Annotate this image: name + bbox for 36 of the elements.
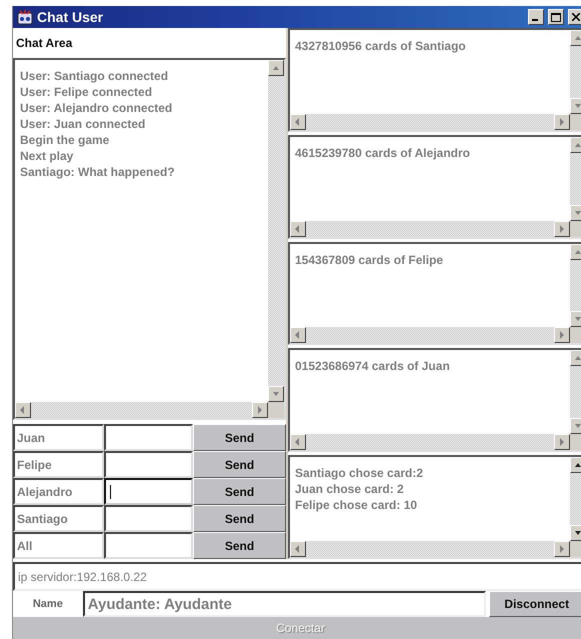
cards-text: 4615239780 cards of Alejandro — [295, 144, 471, 161]
chat-area-label: Chat Area — [15, 35, 74, 52]
send-button[interactable]: Send — [193, 424, 286, 451]
send-button[interactable]: Send — [193, 478, 286, 505]
chat-message: User: Alejandro connected — [20, 100, 174, 116]
recipient-field: Alejandro — [13, 478, 104, 505]
chat-message: Begin the game — [20, 132, 110, 148]
cards-text: 154367809 cards of Felipe — [295, 252, 444, 268]
recipient-field: Santiago — [13, 505, 104, 532]
log-line: Santiago chose card:2 — [295, 465, 424, 482]
server-ip-field[interactable]: ip servidor:192.168.0.22 — [13, 562, 581, 591]
chat-message: User: Santiago connected — [20, 68, 170, 84]
chat-message: Next play — [20, 148, 74, 164]
send-button[interactable]: Send — [193, 505, 286, 532]
recipient-field: All — [13, 532, 104, 559]
text-area[interactable]: 4615239780 cards of Alejandro — [288, 134, 581, 239]
text-area[interactable]: Santiago chose card:2 Juan chose card: 2 Felipe chose card: 10 — [288, 455, 581, 559]
name-input[interactable]: Ayudante: Ayudante — [82, 591, 486, 617]
name-label: Name — [32, 598, 64, 610]
cards-text: 4327810956 cards of Santiago — [295, 38, 467, 54]
chat-message: User: Juan connected — [20, 116, 146, 132]
send-button[interactable]: Send — [193, 532, 286, 559]
recipient-field: Felipe — [13, 451, 104, 478]
chat-message: User: Felipe connected — [20, 84, 154, 100]
text-area[interactable]: User: Santiago connected User: Felipe connected User: Alejandro connected User: Juan connected Begin the game Next play Santiago: What happened? — [13, 58, 286, 420]
window-title: Chat User — [37, 9, 104, 25]
recipient-field: Juan — [13, 424, 104, 451]
disconnect-button[interactable]: Disconnect — [489, 591, 581, 617]
text-area[interactable]: 01523686974 cards of Juan — [288, 348, 581, 452]
text-area[interactable]: 4327810956 cards of Santiago — [288, 28, 581, 132]
chat-message: Santiago: What happened? — [20, 164, 176, 180]
log-line: Felipe chose card: 10 — [295, 497, 418, 514]
log-line: Juan chose card: 2 — [295, 481, 405, 498]
cards-text: 01523686974 cards of Juan — [295, 358, 451, 374]
send-button[interactable]: Send — [193, 451, 286, 478]
text-area[interactable]: 154367809 cards of Felipe — [288, 242, 581, 346]
